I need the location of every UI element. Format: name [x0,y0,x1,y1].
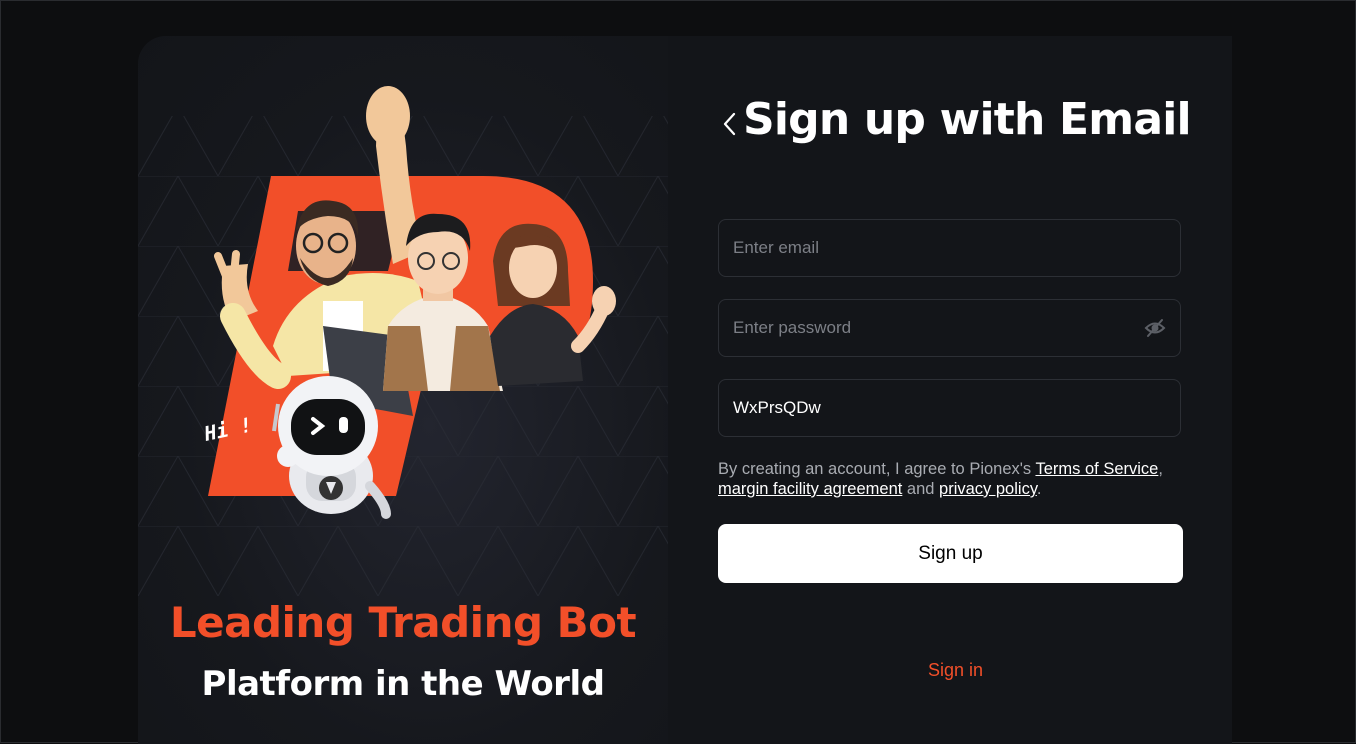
hero-panel: Hi ! Leading Trading Bot Platform in the… [138,36,668,744]
sign-up-button[interactable]: Sign up [718,524,1183,583]
signup-card: Hi ! Leading Trading Bot Platform in the… [138,36,1232,744]
email-field[interactable] [718,219,1181,277]
signup-form: Sign up with Email By creating an accoun… [718,36,1192,744]
page-title: Sign up with Email [743,94,1192,145]
eye-off-icon[interactable] [1144,318,1166,338]
chevron-left-icon [723,112,736,136]
terms-of-service-link[interactable]: Terms of Service [1035,460,1158,478]
terms-suffix: . [1036,480,1042,498]
terms-prefix: By creating an account, I agree to Pione… [718,460,1036,478]
hero-title: Leading Trading Bot [169,598,637,647]
back-button[interactable] [720,108,740,140]
password-input[interactable] [733,300,1133,356]
terms-text: By creating an account, I agree to Pione… [718,459,1181,499]
referral-code-input[interactable] [733,380,1133,436]
sign-in-link[interactable]: Sign in [718,660,1193,681]
email-input[interactable] [733,220,1133,276]
hero-illustration: Hi ! [138,86,668,596]
terms-separator-and: and [902,480,940,498]
referral-code-field[interactable] [718,379,1181,437]
hero-subtitle: Platform in the World [201,664,605,704]
app-window: Hi ! Leading Trading Bot Platform in the… [0,0,1356,744]
margin-facility-agreement-link[interactable]: margin facility agreement [718,480,902,498]
password-field[interactable] [718,299,1181,357]
terms-separator: , [1158,460,1163,478]
privacy-policy-link[interactable]: privacy policy [939,480,1037,498]
